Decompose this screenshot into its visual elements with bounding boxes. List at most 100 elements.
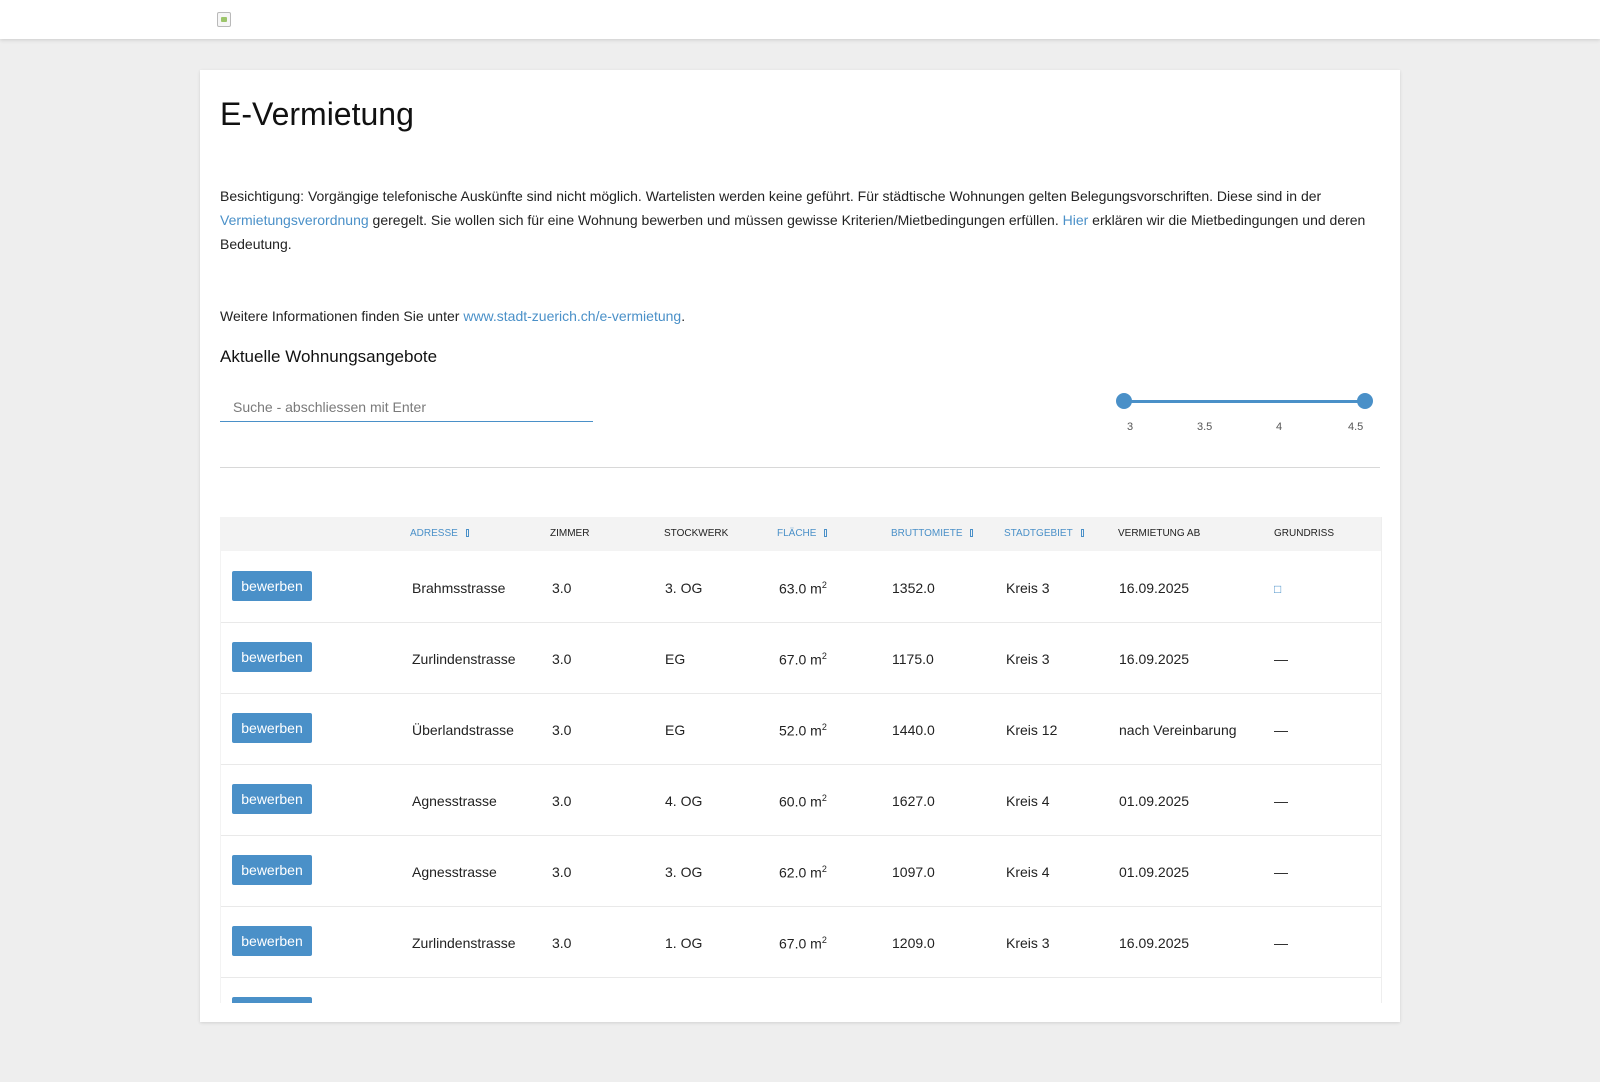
available-cell: 01.09.2025 [1119,793,1190,809]
floorplan-cell: — [1274,793,1288,809]
floorplan-cell: — [1274,722,1288,738]
table-row: bewerben [221,977,1381,1003]
floorplan-cell: — [1274,651,1288,667]
rooms-cell: 3.0 [552,935,572,951]
info-text-end: . [681,308,686,324]
info-text-label: Weitere Informationen finden Sie unter [220,308,464,324]
sort-icon [465,529,469,537]
top-bar [0,0,1600,39]
column-header-available: Vermietung ab [1118,528,1201,539]
logo-image-icon[interactable] [217,12,231,27]
area-unit: m [810,580,822,597]
apply-button[interactable]: bewerben [232,784,312,814]
rent-cell: 1440.0 [892,722,935,738]
slider-handle-min[interactable] [1116,393,1132,409]
address-cell: Zurlindenstrasse [412,935,516,951]
area-cell: 67.0 m2 [779,935,827,952]
district-cell: Kreis 4 [1006,793,1050,809]
address-cell: Brahmsstrasse [412,580,506,596]
stadt-zuerich-link[interactable]: www.stadt-zuerich.ch/e-vermietung [463,308,681,324]
floor-cell: EG [665,651,686,667]
rent-cell: 1352.0 [892,580,935,596]
address-cell: Zurlindenstrasse [412,651,516,667]
rooms-cell: 3.0 [552,864,572,880]
apply-button[interactable]: bewerben [232,571,312,601]
district-cell: Kreis 3 [1006,935,1050,951]
slider-label: 4 [1276,421,1283,433]
floorplan-cell: — [1274,864,1288,880]
available-cell: 16.09.2025 [1119,935,1190,951]
table-row: bewerben Zurlindenstrasse 3.0 1. OG 67.0 m2 1… [221,906,1381,978]
listings-table: Adresse Zimmer Stockwerk Fläche Bruttomi… [220,517,1382,1003]
area-cell: 67.0 m2 [779,651,827,668]
rooms-cell: 3.0 [552,580,572,596]
column-header-rooms: Zimmer [550,528,590,539]
area-value: 62.0 [779,864,807,881]
floor-cell: 3. OG [665,864,703,880]
slider-label: 3.5 [1197,421,1213,433]
apply-button[interactable]: bewerben [232,926,312,956]
slider-handle-max[interactable] [1357,393,1373,409]
district-cell: Kreis 4 [1006,864,1050,880]
column-header-floor: Stockwerk [664,528,729,539]
column-header-area[interactable]: Fläche [777,528,828,539]
rent-cell: 1097.0 [892,864,935,880]
area-exponent: 2 [821,580,827,590]
main-card: E-Vermietung Besichtigung: Vorgängige te… [200,70,1400,1022]
intro-text-part-2: geregelt. Sie wollen sich für eine Wohnu… [368,212,1063,228]
area-value: 63.0 [779,580,807,597]
column-header-address[interactable]: Adresse [410,528,469,539]
area-unit: m [810,935,822,952]
area-value: 67.0 [779,651,807,668]
floor-cell: EG [665,722,686,738]
rooms-range-slider[interactable]: 3 3.5 4 4.5 [1116,393,1373,440]
area-exponent: 2 [821,864,827,874]
rooms-cell: 3.0 [552,651,572,667]
apply-button[interactable]: bewerben [232,855,312,885]
search-input[interactable] [220,392,593,422]
area-cell: 63.0 m2 [779,580,827,597]
divider [220,467,1380,468]
area-value: 60.0 [779,793,807,810]
column-header-district-label: Stadtgebiet [1004,528,1073,539]
area-unit: m [810,722,822,739]
slider-track[interactable] [1124,400,1365,403]
vermietungsverordnung-link[interactable]: Vermietungsverordnung [220,212,369,228]
area-unit: m [810,864,822,881]
floor-cell: 4. OG [665,793,703,809]
column-header-floorplan: Grundriss [1274,528,1335,539]
apply-button[interactable]: bewerben [232,642,312,672]
district-cell: Kreis 3 [1006,651,1050,667]
mietbedingungen-link[interactable]: Hier [1063,212,1089,228]
column-header-district[interactable]: Stadtgebiet [1004,528,1084,539]
area-exponent: 2 [821,722,827,732]
table-header: Adresse Zimmer Stockwerk Fläche Bruttomi… [221,517,1381,551]
apply-button[interactable]: bewerben [232,997,312,1003]
area-cell: 62.0 m2 [779,864,827,881]
area-exponent: 2 [821,793,827,803]
floorplan-icon[interactable]: □ [1274,582,1281,596]
area-cell: 52.0 m2 [779,722,827,739]
column-header-rent-label: Bruttomiete [891,528,963,539]
district-cell: Kreis 12 [1006,722,1058,738]
intro-text: Besichtigung: Vorgängige telefonische Au… [220,184,1385,256]
info-text: Weitere Informationen finden Sie unter w… [220,304,685,328]
available-cell: nach Vereinbarung [1119,722,1237,738]
floorplan-cell: □ [1274,580,1281,596]
area-cell: 60.0 m2 [779,793,827,810]
column-header-area-label: Fläche [777,528,817,539]
floor-cell: 3. OG [665,580,703,596]
page-title: E-Vermietung [220,96,414,132]
table-row: bewerben Agnesstrasse 3.0 3. OG 62.0 m2 1097.… [221,835,1381,907]
table-row: bewerben Überlandstrasse 3.0 EG 52.0 m2 1440.… [221,693,1381,765]
column-header-rent[interactable]: Bruttomiete [891,528,974,539]
rent-cell: 1175.0 [892,651,934,667]
table-row: bewerben Brahmsstrasse 3.0 3. OG 63.0 m2 1352… [221,551,1381,623]
rooms-cell: 3.0 [552,722,572,738]
area-exponent: 2 [821,935,827,945]
available-cell: 16.09.2025 [1119,651,1190,667]
area-unit: m [810,651,822,668]
apply-button[interactable]: bewerben [232,713,312,743]
sort-icon [824,529,828,537]
floor-cell: 1. OG [665,935,703,951]
